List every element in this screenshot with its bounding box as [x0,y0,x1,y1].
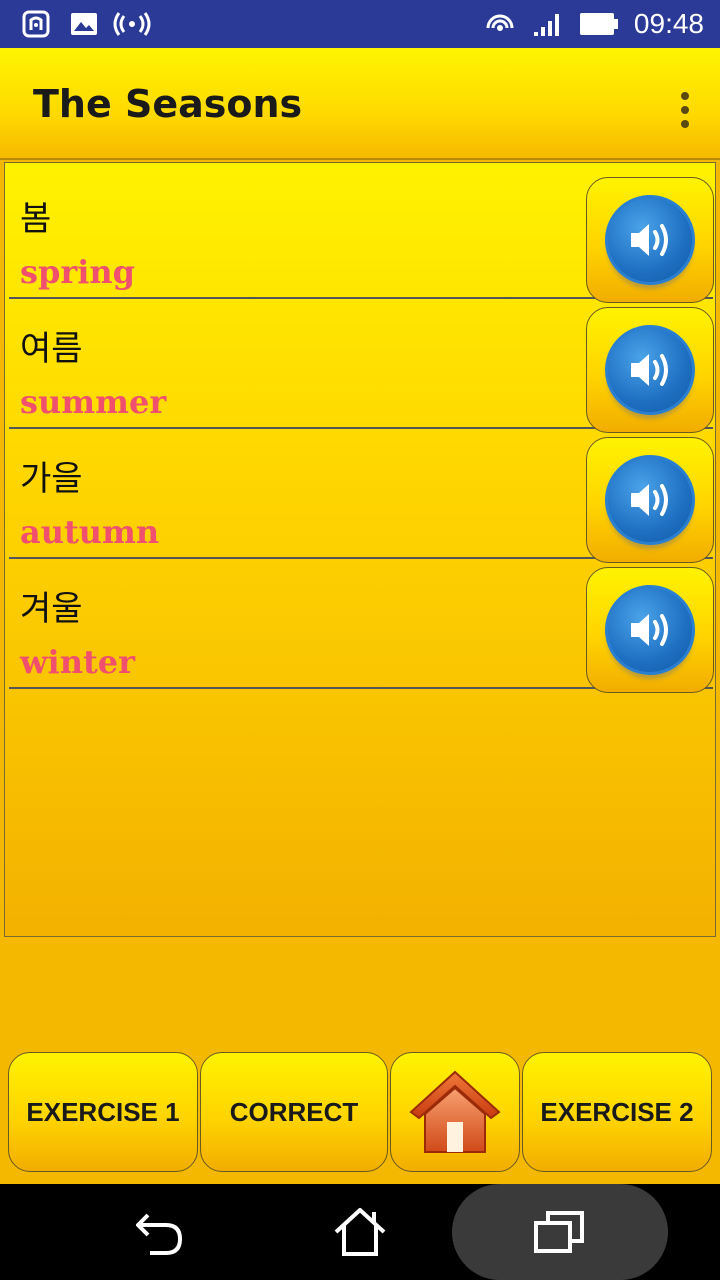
english-word: spring [20,253,136,291]
speaker-icon [605,585,695,675]
korean-word: 봄 [20,199,52,239]
navigation-bar [0,1184,720,1280]
hotspot-icon [112,8,152,40]
image-icon [68,8,100,40]
play-audio-button[interactable] [586,177,714,303]
home-icon[interactable] [320,1184,400,1280]
page-title: The Seasons [33,82,303,126]
app-bar: The Seasons [0,48,720,160]
nfc-icon [20,8,52,40]
home-icon [409,1070,501,1153]
english-word: autumn [20,513,160,551]
english-word: winter [20,643,135,681]
signal-icon [530,8,566,40]
exercise-1-button[interactable]: EXERCISE 1 [8,1052,198,1172]
recents-icon[interactable] [520,1184,600,1280]
word-list: 봄 spring 여름 summer 가을 autumn 겨울 winter [4,162,716,937]
list-item: 봄 spring [9,169,714,303]
list-item: 겨울 winter [9,559,714,693]
home-button[interactable] [390,1052,520,1172]
battery-icon [578,8,620,40]
overflow-menu-icon[interactable] [680,92,690,128]
speaker-icon [605,455,695,545]
correct-button[interactable]: CORRECT [200,1052,388,1172]
speaker-icon [605,195,695,285]
wifi-icon [484,8,516,40]
play-audio-button[interactable] [586,437,714,563]
exercise-2-button[interactable]: EXERCISE 2 [522,1052,712,1172]
status-bar: 09:48 [0,0,720,48]
korean-word: 겨울 [20,589,83,629]
play-audio-button[interactable] [586,307,714,433]
back-icon[interactable] [120,1184,200,1280]
korean-word: 여름 [20,329,83,369]
list-item: 여름 summer [9,299,714,433]
status-time: 09:48 [633,8,704,39]
korean-word: 가을 [20,459,83,499]
speaker-icon [605,325,695,415]
english-word: summer [20,383,167,421]
play-audio-button[interactable] [586,567,714,693]
list-item: 가을 autumn [9,429,714,563]
